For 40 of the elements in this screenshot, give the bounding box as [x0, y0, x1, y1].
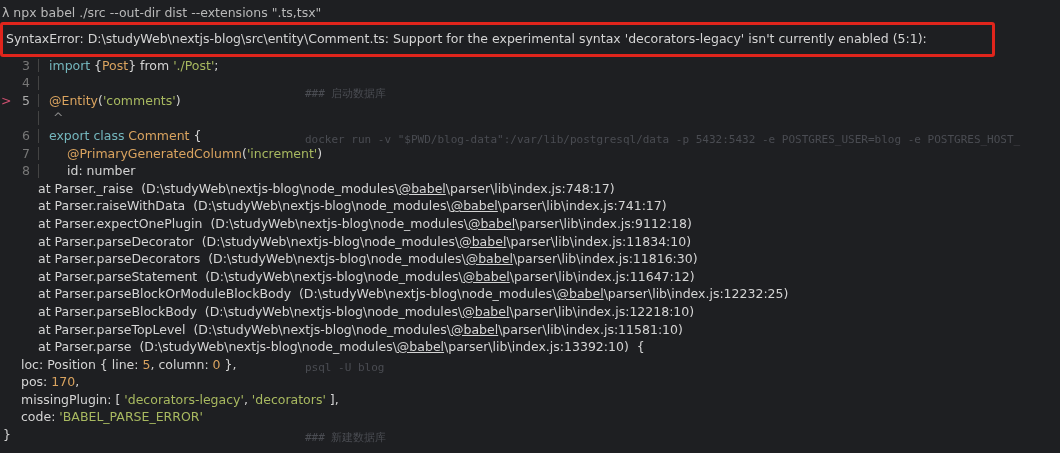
path-link[interactable]: @babel [467, 215, 516, 231]
caret-pointer: ^ [52, 109, 64, 127]
closing-brace: } [3, 427, 11, 443]
error-property: loc: Position { line: 5, column: 0 }, [21, 356, 237, 372]
path-link[interactable]: @babel [398, 180, 446, 196]
path-link[interactable]: @babel [450, 198, 498, 214]
stack-trace-line: at Parser.raiseWithData (D:\studyWeb\nextjs-blog\node_modules\@babel\parser\lib\index.js:741:17) [38, 198, 667, 214]
path-link[interactable]: @babel [396, 339, 445, 355]
stack-trace-line: at Parser.parseDecorators (D:\studyWeb\nextjs-blog\node_modules\@babel\parser\lib\index.js:11816:30) [38, 251, 698, 267]
code-line: @Entity('comments') [49, 91, 181, 110]
line-number: 8 [21, 162, 31, 180]
line-number: 6 [21, 126, 31, 145]
line-number: 7 [21, 144, 31, 163]
path-link[interactable]: @babel [556, 286, 604, 302]
error-property: code: 'BABEL_PARSE_ERROR' [21, 409, 203, 425]
stack-trace-line: at Parser.parseTopLevel (D:\studyWeb\nextjs-blog\node_modules\@babel\parser\lib\index.js:11581:10) [38, 321, 683, 337]
path-link[interactable]: @babel [462, 303, 510, 319]
stack-trace-line: at Parser._raise (D:\studyWeb\nextjs-blog\node_modules\@babel\parser\lib\index.js:748:17) [38, 180, 615, 196]
code-line: id: number [66, 162, 136, 180]
stack-trace-line: at Parser.parseBlockOrModuleBlockBody (D:\studyWeb\nextjs-blog\node_modules\@babel\parser\lib\index.js:12232:25) [38, 286, 789, 302]
line-number: > 5 [0, 91, 31, 110]
error-message: SyntaxError: D:\studyWeb\nextjs-blog\src\entity\Comment.ts: Support for the experimental syntax 'decorators-legacy' isn't currently enabled (5:1): [0, 21, 995, 57]
stack-trace-line: at Parser.parse (D:\studyWeb\nextjs-blog\node_modules\@babel\parser\lib\index.js:13392:10) { [38, 339, 645, 355]
code-line: @PrimaryGeneratedColumn('increment') [66, 144, 323, 163]
stack-trace-line: at Parser.parseDecorator (D:\studyWeb\nextjs-blog\node_modules\@babel\parser\lib\index.js:11834:10) [38, 233, 692, 249]
error-property: pos: 170, [21, 374, 80, 390]
current-line-marker: > [1, 91, 12, 110]
command-line: λ npx babel ./src --out-dir dist --extensions ".ts,tsx" [1, 4, 323, 22]
line-number: 3 [21, 56, 31, 75]
path-link[interactable]: @babel [459, 233, 507, 249]
path-link[interactable]: @babel [462, 268, 510, 284]
code-line: import {Post} from './Post'; [49, 56, 219, 75]
stack-trace-line: at Parser.parseStatement (D:\studyWeb\nextjs-blog\node_modules\@babel\parser\lib\index.js:11647:12) [38, 268, 695, 284]
path-link[interactable]: @babel [450, 321, 499, 337]
path-link[interactable]: @babel [465, 251, 513, 267]
stack-trace-line: at Parser.parseBlockBody (D:\studyWeb\nextjs-blog\node_modules\@babel\parser\lib\index.js:12218:10) [38, 303, 695, 319]
line-number: 4 [21, 74, 31, 92]
stack-trace-line: at Parser.expectOnePlugin (D:\studyWeb\nextjs-blog\node_modules\@babel\parser\lib\index.js:9112:18) [38, 215, 692, 231]
code-line: export class Comment { [49, 126, 202, 145]
error-property: missingPlugin: [ 'decorators-legacy', 'decorators' ], [21, 391, 339, 407]
